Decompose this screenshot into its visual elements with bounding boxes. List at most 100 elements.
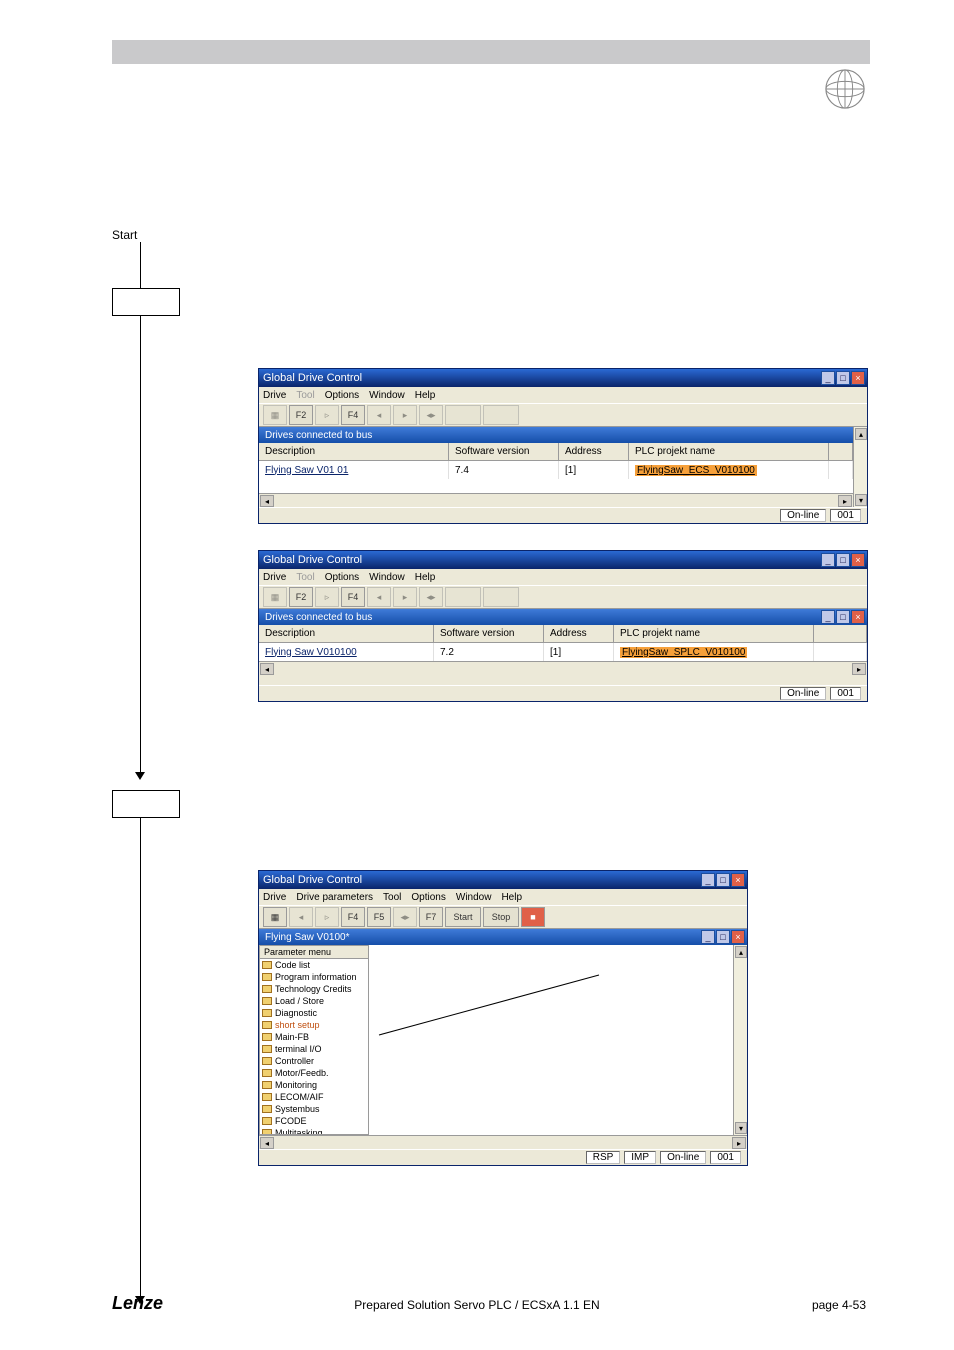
sub-close-button[interactable]: × bbox=[851, 610, 865, 624]
horizontal-scrollbar[interactable]: ◂ ▸ bbox=[259, 493, 853, 507]
menu-window[interactable]: Window bbox=[369, 572, 405, 583]
toolbar-button[interactable] bbox=[483, 587, 519, 607]
menu-drive[interactable]: Drive bbox=[263, 572, 286, 583]
menu-options[interactable]: Options bbox=[325, 572, 359, 583]
tree-item[interactable]: FCODE bbox=[260, 1115, 368, 1127]
menu-window[interactable]: Window bbox=[456, 892, 492, 903]
tree-item[interactable]: Systembus bbox=[260, 1103, 368, 1115]
col-address[interactable]: Address bbox=[559, 443, 629, 460]
tree-item[interactable]: Main-FB bbox=[260, 1031, 368, 1043]
title-bar[interactable]: Global Drive Control _ □ × bbox=[259, 871, 747, 889]
drive-row[interactable]: Flying Saw V010100 7.2 [1] FlyingSaw_SPL… bbox=[259, 643, 867, 661]
row-description[interactable]: Flying Saw V01 01 bbox=[265, 465, 348, 476]
toolbar-button[interactable]: ▸ bbox=[393, 587, 417, 607]
tree-item[interactable]: Diagnostic bbox=[260, 1007, 368, 1019]
tree-item[interactable]: Multitasking bbox=[260, 1127, 368, 1135]
menu-drive[interactable]: Drive bbox=[263, 390, 286, 401]
vertical-scrollbar[interactable]: ▴ ▾ bbox=[733, 945, 747, 1135]
toolbar-button[interactable]: ◂▸ bbox=[419, 405, 443, 425]
maximize-button[interactable]: □ bbox=[716, 873, 730, 887]
horizontal-scrollbar[interactable]: ◂ ▸ bbox=[259, 661, 867, 675]
tree-item[interactable]: short setup bbox=[260, 1019, 368, 1031]
toolbar-button[interactable] bbox=[445, 587, 481, 607]
toolbar-button[interactable] bbox=[445, 405, 481, 425]
menu-options[interactable]: Options bbox=[325, 390, 359, 401]
toolbar-button-f4[interactable]: F4 bbox=[341, 907, 365, 927]
col-plc-name[interactable]: PLC projekt name bbox=[629, 443, 829, 460]
toolbar-button[interactable]: ◂ bbox=[367, 587, 391, 607]
toolbar-button[interactable]: ▸ bbox=[393, 405, 417, 425]
scroll-left-icon[interactable]: ◂ bbox=[260, 663, 274, 675]
toolbar-button[interactable] bbox=[483, 405, 519, 425]
minimize-button[interactable]: _ bbox=[821, 371, 835, 385]
row-description[interactable]: Flying Saw V010100 bbox=[265, 647, 357, 658]
toolbar-button[interactable]: ◂▸ bbox=[419, 587, 443, 607]
sub-maximize-button[interactable]: □ bbox=[716, 930, 730, 944]
toolbar-button[interactable]: ◂ bbox=[289, 907, 313, 927]
scroll-left-icon[interactable]: ◂ bbox=[260, 495, 274, 507]
toolbar-button-f5[interactable]: F5 bbox=[367, 907, 391, 927]
toolbar-button-f2[interactable]: F2 bbox=[289, 587, 313, 607]
toolbar-button-f4[interactable]: F4 bbox=[341, 587, 365, 607]
scroll-up-icon[interactable]: ▴ bbox=[855, 428, 867, 440]
sub-close-button[interactable]: × bbox=[731, 930, 745, 944]
toolbar-button[interactable]: ▹ bbox=[315, 405, 339, 425]
toolbar-button[interactable]: ▦ bbox=[263, 405, 287, 425]
scroll-down-icon[interactable]: ▾ bbox=[735, 1122, 747, 1134]
menu-options[interactable]: Options bbox=[411, 892, 445, 903]
close-button[interactable]: × bbox=[851, 371, 865, 385]
tree-item[interactable]: Monitoring bbox=[260, 1079, 368, 1091]
tree-item[interactable]: terminal I/O bbox=[260, 1043, 368, 1055]
maximize-button[interactable]: □ bbox=[836, 553, 850, 567]
toolbar-button[interactable]: ▦ bbox=[263, 587, 287, 607]
tree-item[interactable]: Motor/Feedb. bbox=[260, 1067, 368, 1079]
scroll-right-icon[interactable]: ▸ bbox=[838, 495, 852, 507]
tree-item[interactable]: Technology Credits bbox=[260, 983, 368, 995]
toolbar-button[interactable]: ◂ bbox=[367, 405, 391, 425]
toolbar-button-f2[interactable]: F2 bbox=[289, 405, 313, 425]
menu-help[interactable]: Help bbox=[415, 572, 436, 583]
close-button[interactable]: × bbox=[731, 873, 745, 887]
toolbar-button-red[interactable]: ■ bbox=[521, 907, 545, 927]
close-button[interactable]: × bbox=[851, 553, 865, 567]
minimize-button[interactable]: _ bbox=[821, 553, 835, 567]
minimize-button[interactable]: _ bbox=[701, 873, 715, 887]
toolbar-start-button[interactable]: Start bbox=[445, 907, 481, 927]
title-bar[interactable]: Global Drive Control _ □ × bbox=[259, 369, 867, 387]
toolbar-button[interactable]: ▦ bbox=[263, 907, 287, 927]
scroll-down-icon[interactable]: ▾ bbox=[855, 494, 867, 506]
drive-row[interactable]: Flying Saw V01 01 7.4 [1] FlyingSaw_ECS_… bbox=[259, 461, 853, 479]
sub-maximize-button[interactable]: □ bbox=[836, 610, 850, 624]
toolbar-button[interactable]: ▹ bbox=[315, 587, 339, 607]
tree-item[interactable]: Controller bbox=[260, 1055, 368, 1067]
menu-window[interactable]: Window bbox=[369, 390, 405, 401]
col-software-version[interactable]: Software version bbox=[434, 625, 544, 642]
maximize-button[interactable]: □ bbox=[836, 371, 850, 385]
tree-item[interactable]: Program information bbox=[260, 971, 368, 983]
toolbar-button-f4[interactable]: F4 bbox=[341, 405, 365, 425]
col-description[interactable]: Description bbox=[259, 443, 449, 460]
sub-minimize-button[interactable]: _ bbox=[821, 610, 835, 624]
col-plc-name[interactable]: PLC projekt name bbox=[614, 625, 814, 642]
scroll-right-icon[interactable]: ▸ bbox=[852, 663, 866, 675]
menu-help[interactable]: Help bbox=[501, 892, 522, 903]
scroll-left-icon[interactable]: ◂ bbox=[260, 1137, 274, 1149]
title-bar[interactable]: Global Drive Control _ □ × bbox=[259, 551, 867, 569]
menu-drive[interactable]: Drive bbox=[263, 892, 286, 903]
tree-item[interactable]: Load / Store bbox=[260, 995, 368, 1007]
menu-tool[interactable]: Tool bbox=[383, 892, 401, 903]
toolbar-button[interactable]: ◂▸ bbox=[393, 907, 417, 927]
toolbar-button[interactable]: ▹ bbox=[315, 907, 339, 927]
col-address[interactable]: Address bbox=[544, 625, 614, 642]
scroll-up-icon[interactable]: ▴ bbox=[735, 946, 747, 958]
col-description[interactable]: Description bbox=[259, 625, 434, 642]
toolbar-stop-button[interactable]: Stop bbox=[483, 907, 519, 927]
menu-drive-parameters[interactable]: Drive parameters bbox=[296, 892, 373, 903]
scroll-right-icon[interactable]: ▸ bbox=[732, 1137, 746, 1149]
tree-item[interactable]: LECOM/AIF bbox=[260, 1091, 368, 1103]
toolbar-button-f7[interactable]: F7 bbox=[419, 907, 443, 927]
horizontal-scrollbar[interactable]: ◂ ▸ bbox=[259, 1135, 747, 1149]
sub-minimize-button[interactable]: _ bbox=[701, 930, 715, 944]
col-software-version[interactable]: Software version bbox=[449, 443, 559, 460]
menu-help[interactable]: Help bbox=[415, 390, 436, 401]
